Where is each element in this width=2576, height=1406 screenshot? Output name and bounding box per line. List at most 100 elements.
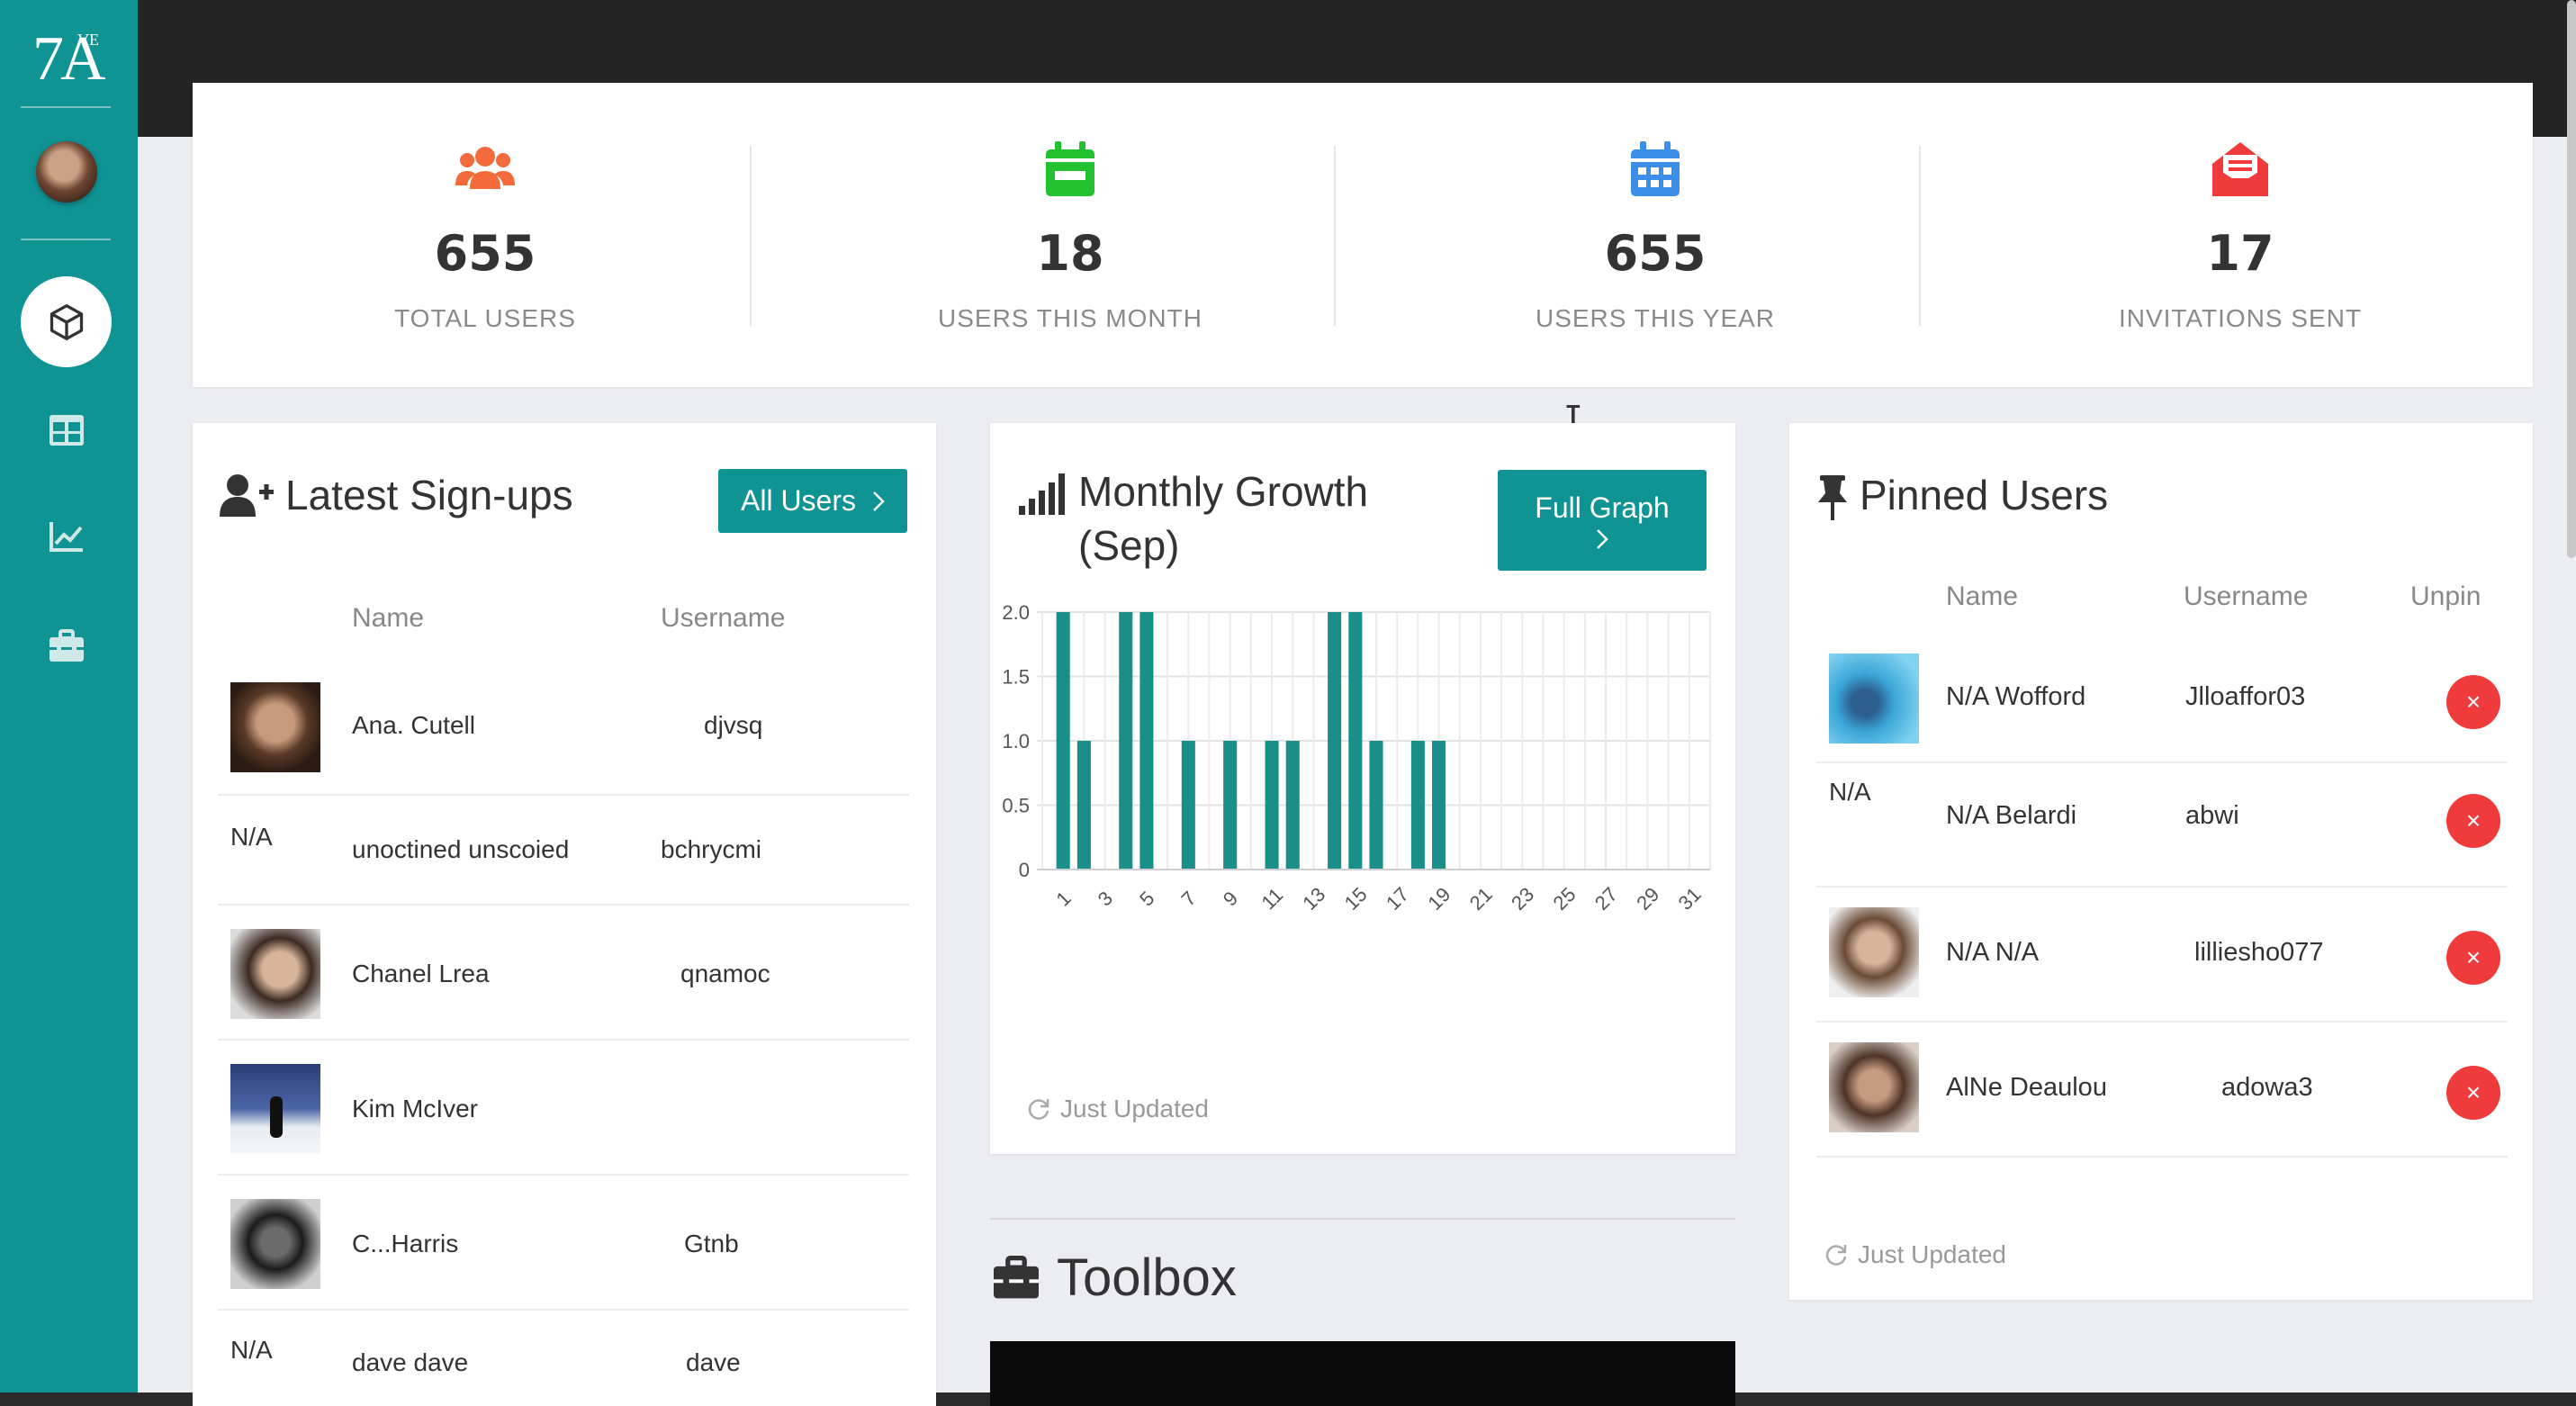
chart-bar — [1432, 741, 1446, 870]
chart-bar — [1285, 741, 1300, 870]
latest-signups-card: Latest Sign-ups All Users Name Username … — [193, 423, 936, 1406]
chevron-right-icon — [1597, 528, 1608, 549]
user-username: qnamoc — [680, 960, 770, 987]
user-name: AlNe Deaulou — [1946, 1073, 2107, 1102]
sidebar-divider — [21, 239, 111, 240]
monthly-growth-card: Monthly Growth (Sep) Full Graph 0 0.5 1.0 1… — [990, 423, 1735, 1154]
chart-line-icon — [50, 522, 83, 552]
toolbox-panel — [990, 1341, 1735, 1406]
user-username: Gtnb — [684, 1230, 739, 1257]
stat-value: 655 — [434, 225, 536, 282]
user-username: bchrycmi — [661, 835, 762, 863]
button-label: All Users — [740, 484, 856, 517]
divider — [1919, 146, 1921, 326]
toolbox-icon — [50, 629, 84, 662]
x-tick-label: 27 — [1590, 883, 1622, 915]
chart-bar — [1139, 612, 1154, 870]
user-username: lilliesho077 — [2194, 938, 2324, 967]
stat-label: INVITATIONS SENT — [2118, 304, 2363, 332]
column-header-username: Username — [661, 603, 786, 633]
stat-value: 655 — [1604, 225, 1707, 282]
chart-bar — [1265, 741, 1279, 870]
unpin-button[interactable]: × — [2446, 794, 2500, 848]
pinned-row[interactable]: N/A Wofford Jlloaffor03 × — [1816, 639, 2508, 763]
table-row[interactable]: N/A dave dave dave — [218, 1311, 909, 1406]
stat-value: 18 — [1036, 225, 1104, 282]
close-icon: × — [2465, 943, 2481, 971]
user-name: N/A N/A — [1946, 938, 2040, 967]
nav-toolbox[interactable] — [45, 625, 88, 668]
calendar-minus-icon — [1046, 141, 1094, 196]
x-tick-label: 31 — [1674, 883, 1706, 915]
close-icon: × — [2465, 807, 2481, 834]
stat-users-year: 655 USERS THIS YEAR — [1363, 83, 1948, 387]
x-tick-label: 1 — [1051, 887, 1075, 910]
nav-analytics[interactable] — [45, 515, 88, 558]
toolbox-heading: Toolbox — [990, 1248, 1237, 1308]
table-row[interactable]: Kim McIver — [218, 1041, 909, 1176]
user-avatar — [230, 1064, 320, 1154]
unpin-button[interactable]: × — [2446, 931, 2500, 985]
column-header-username: Username — [2184, 581, 2309, 611]
user-username: dave — [686, 1348, 741, 1376]
user-plus-icon — [220, 474, 274, 517]
avatar-placeholder: N/A — [230, 1336, 273, 1364]
user-avatar — [1829, 653, 1919, 744]
table-row[interactable]: C...Harris Gtnb — [218, 1176, 909, 1311]
pinned-row[interactable]: N/A N/A lilliesho077 × — [1816, 888, 2508, 1023]
button-label: Full Graph — [1535, 491, 1670, 524]
y-tick-label: 2.0 — [1002, 603, 1030, 624]
nav-tables[interactable] — [45, 409, 88, 452]
stat-invitations: 17 INVITATIONS SENT — [1948, 83, 2533, 387]
unpin-button[interactable]: × — [2446, 675, 2500, 729]
chart-bar — [1348, 612, 1363, 870]
card-title: Latest Sign-ups — [285, 472, 573, 518]
table-icon — [50, 415, 84, 446]
x-tick-label: 9 — [1219, 887, 1242, 910]
stat-total-users: 655 TOTAL USERS — [193, 83, 778, 387]
x-tick-label: 15 — [1340, 883, 1372, 915]
card-title-text: Monthly Growth (Sep) — [1078, 468, 1369, 569]
last-updated: Just Updated — [1824, 1240, 2006, 1269]
x-tick-label: 5 — [1135, 887, 1158, 910]
user-username: Jlloaffor03 — [2185, 682, 2306, 711]
y-tick-label: 0 — [1019, 859, 1030, 881]
card-title: Monthly Growth (Sep) — [1017, 464, 1449, 572]
brand-logo[interactable]: 7A VE — [32, 23, 106, 95]
user-name: N/A Belardi — [1946, 801, 2077, 830]
envelope-open-icon — [2212, 142, 2268, 196]
x-tick-label: 3 — [1094, 887, 1117, 910]
column-header-unpin: Unpin — [2410, 581, 2481, 611]
page-scrollbar[interactable] — [2567, 0, 2576, 558]
refresh-icon — [1825, 1245, 1847, 1266]
pinned-row[interactable]: N/A N/A Belardi abwi × — [1816, 763, 2508, 888]
stat-label: TOTAL USERS — [394, 304, 576, 332]
chart-bar — [1076, 741, 1091, 870]
chevron-right-icon — [873, 491, 885, 511]
table-row[interactable]: Chanel Lrea qnamoc — [218, 906, 909, 1041]
user-name: C...Harris — [352, 1230, 459, 1257]
users-icon — [455, 147, 515, 189]
chart-bar — [1410, 741, 1425, 870]
user-avatar — [230, 1199, 320, 1289]
nav-dashboard[interactable] — [21, 276, 112, 367]
user-name: dave dave — [352, 1348, 469, 1376]
table-row[interactable]: Ana. Cutell djvsq — [218, 661, 909, 796]
pinned-users-card: Pinned Users Name Username Unpin N/A Wof… — [1789, 423, 2533, 1300]
column-header-name: Name — [1946, 581, 2019, 611]
x-tick-label: 29 — [1632, 883, 1663, 915]
user-avatar[interactable] — [36, 141, 97, 203]
table-row[interactable]: N/A unoctined unscoied bchrycmi — [218, 796, 909, 906]
close-icon: × — [2465, 1078, 2481, 1106]
full-graph-button[interactable]: Full Graph — [1498, 470, 1707, 571]
pinned-row[interactable]: AlNe Deaulou adowa3 × — [1816, 1023, 2508, 1158]
all-users-button[interactable]: All Users — [718, 469, 907, 533]
user-username: djvsq — [704, 711, 763, 739]
growth-bar-chart: 00.51.01.52.01 3 5 7 9 11 13 15 17 19 21 23 25 27 29 31 — [1002, 603, 1711, 915]
unpin-button[interactable]: × — [2446, 1066, 2500, 1120]
updated-text: Just Updated — [1858, 1240, 2006, 1268]
user-username: abwi — [2185, 801, 2239, 830]
sidebar-divider — [21, 106, 111, 108]
column-header-name: Name — [352, 603, 425, 633]
y-tick-label: 1.5 — [1002, 666, 1030, 689]
